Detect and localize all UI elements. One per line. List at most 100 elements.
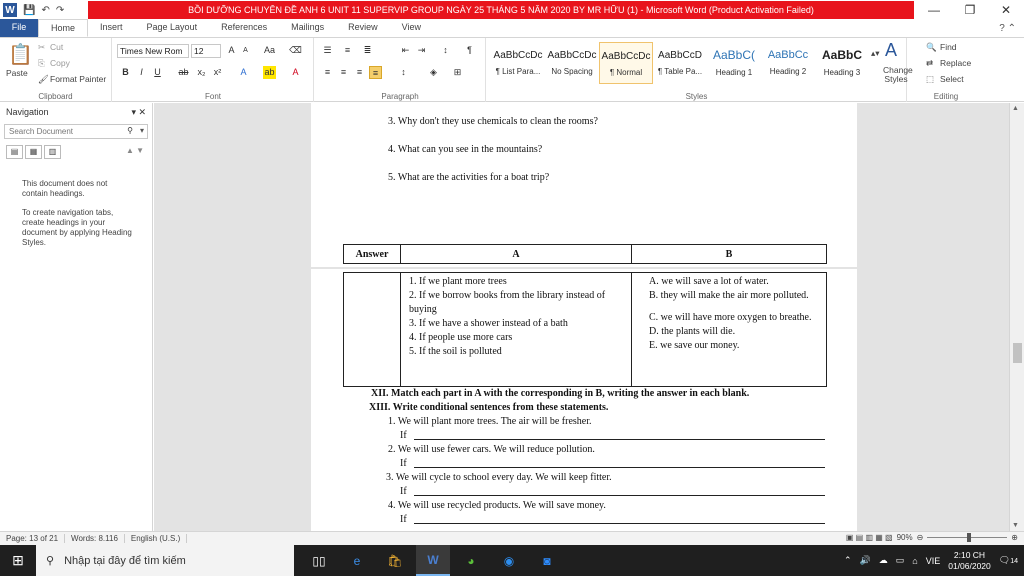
save-icon[interactable]: 💾 [23, 5, 35, 16]
pilcrow-icon[interactable]: ¶ [463, 44, 476, 57]
redo-icon[interactable]: ↷ [56, 5, 64, 16]
select-button[interactable]: Select [940, 74, 964, 84]
zoom-in-icon[interactable]: ⊕ [1011, 533, 1018, 542]
change-case-icon[interactable]: Aa [263, 44, 276, 57]
borders-icon[interactable]: ⊞ [451, 66, 464, 79]
bold-icon[interactable]: B [119, 66, 132, 79]
close-button[interactable]: ✕ [988, 0, 1024, 20]
speaker-icon[interactable]: 🔊 [860, 555, 871, 566]
undo-icon[interactable]: ↶ [41, 5, 49, 16]
decrease-indent-icon[interactable]: ⇤ [399, 44, 412, 57]
clock[interactable]: 2:10 CH 01/06/2020 [948, 550, 991, 572]
word-taskbar-icon[interactable]: W [416, 545, 450, 576]
tab-file[interactable]: File [0, 19, 38, 37]
font-color-icon[interactable]: A [289, 66, 302, 79]
style-heading-3[interactable]: AaBbC Heading 3 [815, 42, 869, 84]
scroll-down-icon[interactable]: ▼ [1012, 522, 1019, 529]
align-center-icon[interactable]: ≡ [337, 66, 350, 79]
align-right-icon[interactable]: ≡ [353, 66, 366, 79]
nav-arrows-icon[interactable]: ▲ ▼ [126, 145, 144, 159]
answer-line-2[interactable] [414, 467, 825, 468]
paste-icon[interactable]: 📋 [8, 42, 33, 67]
navigation-close-icon[interactable]: ▾ ✕ [131, 107, 146, 118]
clear-format-icon[interactable]: ⌫ [289, 44, 302, 57]
highlight-icon[interactable]: ab [263, 66, 276, 79]
justify-icon[interactable]: ≡ [369, 66, 382, 79]
text-effects-icon[interactable]: A [237, 66, 250, 79]
tab-home[interactable]: Home [38, 19, 89, 37]
chevron-up-icon[interactable]: ⌃ [844, 555, 852, 566]
format-painter-button[interactable]: Format Painter [50, 74, 106, 84]
search-icon[interactable]: ⚲ [127, 126, 133, 135]
subscript-icon[interactable]: x₂ [195, 66, 208, 79]
zalo-icon[interactable]: ◉ [492, 545, 526, 576]
windows-start-icon[interactable]: ⊞ [0, 552, 36, 569]
document-area[interactable]: 3. Why don't they use chemicals to clean… [154, 103, 1009, 531]
tab-review[interactable]: Review [336, 19, 390, 37]
word-count[interactable]: Words: 8.116 [65, 534, 125, 543]
styles-scroll-icon[interactable]: ▴▾ [871, 48, 880, 59]
superscript-icon[interactable]: x² [211, 66, 224, 79]
restore-button[interactable]: ❐ [952, 0, 988, 20]
multilevel-list-icon[interactable]: ≣ [361, 44, 374, 57]
style-table-paragraph[interactable]: AaBbCcD ¶ Table Pa... [653, 42, 707, 84]
language-indicator[interactable]: English (U.S.) [125, 534, 188, 543]
pages-view-icon[interactable]: ▦ [25, 145, 42, 159]
results-view-icon[interactable]: ▥ [44, 145, 61, 159]
strikethrough-icon[interactable]: ab [177, 66, 190, 79]
copy-button[interactable]: Copy [50, 58, 70, 68]
align-left-icon[interactable]: ≡ [321, 66, 334, 79]
headings-view-icon[interactable]: ▤ [6, 145, 23, 159]
store-icon[interactable]: 🛍 [378, 545, 412, 576]
battery-icon[interactable]: ▭ [896, 555, 905, 566]
answer-line-1[interactable] [414, 439, 825, 440]
italic-icon[interactable]: I [135, 66, 148, 79]
style-no-spacing[interactable]: AaBbCcDc No Spacing [545, 42, 599, 84]
tab-view[interactable]: View [390, 19, 433, 37]
change-styles-button[interactable]: Change Styles [883, 66, 913, 84]
network-icon[interactable]: ⌂ [912, 556, 917, 566]
document-page-bottom[interactable]: 1. If we plant more trees 2. If we borro… [311, 269, 857, 531]
vertical-scrollbar[interactable]: ▲ ▼ [1009, 103, 1024, 531]
minimize-button[interactable]: — [916, 0, 952, 20]
find-button[interactable]: Find [940, 42, 957, 52]
input-language[interactable]: VIE [926, 556, 941, 566]
task-view-icon[interactable]: ▯▯ [302, 545, 336, 576]
zoom-slider[interactable] [927, 533, 1008, 542]
cut-button[interactable]: Cut [50, 42, 63, 52]
shading-icon[interactable]: ◈ [427, 66, 440, 79]
help-icon[interactable]: ? ⌃ [999, 23, 1016, 34]
zoom-level[interactable]: 90% [897, 533, 913, 542]
scroll-thumb[interactable] [1013, 343, 1022, 363]
font-size-combo[interactable]: 12 [191, 44, 221, 58]
page-count[interactable]: Page: 13 of 21 [0, 534, 66, 543]
tab-page-layout[interactable]: Page Layout [135, 19, 210, 37]
style-heading-2[interactable]: AaBbCc Heading 2 [761, 42, 815, 84]
cloud-icon[interactable]: ☁ [879, 555, 888, 566]
bullets-icon[interactable]: ☰ [321, 44, 334, 57]
tab-references[interactable]: References [209, 19, 279, 37]
replace-button[interactable]: Replace [940, 58, 971, 68]
tab-mailings[interactable]: Mailings [279, 19, 336, 37]
increase-indent-icon[interactable]: ⇥ [415, 44, 428, 57]
app-green-icon[interactable]: ◕ [454, 545, 488, 576]
edge-icon[interactable]: e [340, 545, 374, 576]
taskbar-search-box[interactable]: ⚲ Nhập tại đây để tìm kiếm [36, 545, 294, 576]
answer-line-3[interactable] [414, 495, 825, 496]
document-page-top[interactable]: 3. Why don't they use chemicals to clean… [311, 103, 857, 267]
chevron-down-icon[interactable]: ▾ [140, 126, 144, 135]
tab-insert[interactable]: Insert [88, 19, 135, 37]
font-name-combo[interactable]: Times New Rom [117, 44, 189, 58]
zoom-app-icon[interactable]: ◙ [530, 545, 564, 576]
word-logo-icon[interactable]: W [3, 3, 17, 17]
scroll-up-icon[interactable]: ▲ [1012, 105, 1019, 112]
grow-font-icon[interactable]: A [225, 44, 238, 57]
shrink-font-icon[interactable]: A [239, 44, 252, 57]
numbering-icon[interactable]: ≡ [341, 44, 354, 57]
paste-button[interactable]: Paste [6, 68, 28, 78]
search-document-input[interactable]: Search Document ⚲ ▾ [4, 124, 148, 139]
notification-icon[interactable]: 🗨14 [999, 555, 1018, 566]
style-normal[interactable]: AaBbCcDc ¶ Normal [599, 42, 653, 84]
style-heading-1[interactable]: AaBbC( Heading 1 [707, 42, 761, 84]
underline-icon[interactable]: U [151, 66, 164, 79]
